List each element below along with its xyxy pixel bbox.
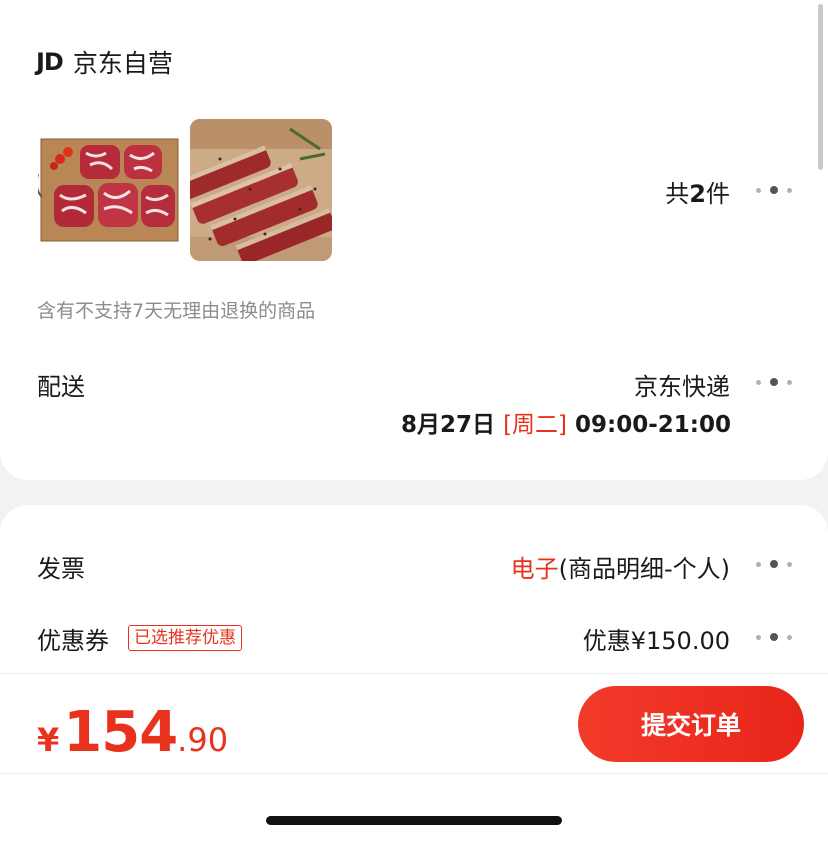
scrollbar[interactable] — [818, 4, 823, 170]
coupon-value[interactable]: 优惠¥150.00 — [583, 621, 730, 656]
home-indicator[interactable] — [266, 816, 562, 825]
product-thumbnail-2[interactable] — [190, 119, 332, 261]
item-count-number: 2 — [689, 180, 706, 208]
steak-board-image — [38, 119, 180, 261]
product-thumbnail-1[interactable] — [38, 119, 180, 261]
delivery-carrier[interactable]: 京东快递 — [634, 367, 730, 402]
item-count-suffix: 件 — [706, 180, 730, 208]
invoice-more-icon[interactable] — [756, 559, 792, 569]
delivery-more-icon[interactable] — [756, 377, 792, 387]
item-count: 共2件 — [665, 174, 730, 209]
submit-order-button[interactable]: 提交订单 — [578, 686, 804, 762]
coupon-tag: 已选推荐优惠 — [128, 625, 242, 651]
sliced-steak-image — [190, 119, 332, 261]
invoice-value[interactable]: 电子(商品明细-个人) — [511, 549, 730, 584]
invoice-label: 发票 — [37, 555, 85, 583]
delivery-date: 8月27日 — [401, 412, 496, 438]
item-count-prefix: 共 — [665, 180, 690, 208]
shop-header: JD 京东自营 — [36, 44, 173, 80]
price-currency: ¥ — [37, 721, 60, 759]
shop-name: 京东自营 — [72, 49, 173, 78]
price-integer: 154 — [63, 700, 178, 765]
delivery-label: 配送 — [37, 373, 85, 401]
price-decimal: .90 — [177, 721, 229, 759]
coupon-label: 优惠券 — [37, 627, 109, 655]
item-more-icon[interactable] — [756, 185, 792, 195]
coupon-more-icon[interactable] — [756, 632, 792, 642]
invoice-detail: (商品明细-个人) — [558, 555, 730, 583]
delivery-weekday: [周二] — [503, 412, 568, 438]
delivery-time[interactable]: 8月27日 [周二] 09:00-21:00 — [401, 405, 731, 439]
jd-logo: JD — [36, 48, 64, 76]
delivery-time-range: 09:00-21:00 — [575, 412, 731, 438]
total-price: ¥ 154 .90 — [37, 700, 228, 765]
invoice-type: 电子 — [510, 555, 559, 583]
order-items-card: JD 京东自营 共2件 含有不支持7天无理由退换的商品 配送 京东快递 8月27… — [0, 0, 828, 480]
return-notice: 含有不支持7天无理由退换的商品 — [37, 300, 316, 322]
